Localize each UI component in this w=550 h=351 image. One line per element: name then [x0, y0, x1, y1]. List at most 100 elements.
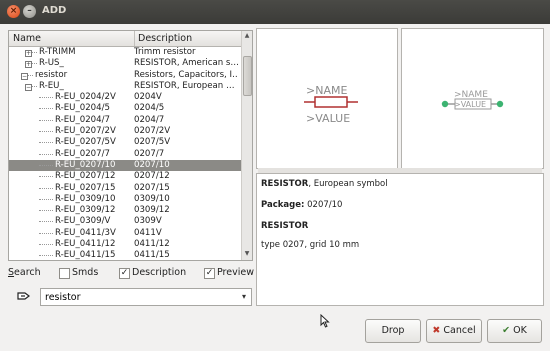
column-header-name[interactable]: Name: [13, 33, 41, 44]
tree-connector: [39, 108, 53, 110]
tree-row[interactable]: R-EU_0207/10 0207/10: [9, 159, 241, 172]
info-heading: RESISTOR: [261, 221, 309, 231]
cancel-button-label: Cancel: [443, 325, 476, 336]
tree-connector: [39, 244, 53, 246]
description-pane: RESISTOR, European symbol Package: 0207/…: [256, 173, 544, 306]
tree-row-description: 0207/10: [134, 159, 170, 170]
tree-connector: [28, 74, 33, 76]
tree-row[interactable]: R-EU_0411/3V 0411V: [9, 228, 241, 239]
tree-row[interactable]: R-EU_0411/12 0411/12: [9, 239, 241, 250]
tree-row[interactable]: R-EU_0207/12 0207/12: [9, 171, 241, 182]
tree-row[interactable]: R-EU_0207/7 0207/7: [9, 149, 241, 160]
search-label: Search: [8, 267, 41, 278]
expand-icon[interactable]: +: [25, 50, 32, 57]
tree-row[interactable]: R-EU_0207/15 0207/15: [9, 183, 241, 194]
list-header: Name Description: [9, 31, 241, 47]
drop-button[interactable]: Drop: [365, 319, 421, 343]
tree-row[interactable]: + R-TRIMM Trimm resistor: [9, 47, 241, 58]
tree-row[interactable]: R-EU_0204/5 0204/5: [9, 103, 241, 114]
tree-connector: [39, 119, 53, 121]
tree-row-description: 0309/12: [134, 205, 170, 216]
tree-row[interactable]: R-EU_0207/2V 0207/2V: [9, 126, 241, 137]
pad-right-icon: [496, 100, 504, 108]
smds-label: Smds: [72, 267, 99, 278]
tree-row-name: R-EU_: [39, 80, 64, 91]
tree-connector: [39, 232, 53, 234]
symbol-preview: >NAME >VALUE: [256, 28, 398, 169]
tree-row-name: resistor: [35, 69, 68, 80]
tree-row-name: R-EU_0411/3V: [55, 227, 116, 238]
tree-connector: [39, 210, 53, 212]
tree-row-name: R-EU_0204/5: [55, 103, 110, 114]
ok-button[interactable]: ✔ OK: [487, 319, 542, 343]
tree-connector: [39, 131, 53, 133]
tree-connector: [39, 164, 53, 166]
symbol-value-label: >VALUE: [306, 112, 350, 125]
tree-row-description: Trimm resistor: [134, 47, 196, 57]
collapse-icon[interactable]: −: [25, 83, 32, 91]
tree-row-description: 0204V: [134, 92, 162, 103]
tree-row-name: R-EU_0309/10: [55, 193, 116, 204]
tree-row[interactable]: + R-US_ RESISTOR, American s…: [9, 58, 241, 69]
search-input[interactable]: [41, 289, 235, 305]
tree-row[interactable]: R-EU_0411/15 0411/15: [9, 250, 241, 261]
tree-connector: [32, 52, 37, 53]
tree-row-name: R-EU_0207/2V: [55, 126, 116, 137]
scroll-up-icon[interactable]: ▲: [242, 31, 252, 41]
tree-row-description: 0411/15: [134, 250, 170, 261]
search-label-text: earch: [14, 267, 41, 278]
symbol-name-label: >NAME: [306, 84, 347, 97]
tree-row-name: R-EU_0411/15: [55, 250, 116, 261]
tree-row[interactable]: R-EU_0309/V 0309V: [9, 216, 241, 227]
tree-row-description: 0207/5V: [134, 137, 171, 148]
tree-row-description: 0207/2V: [134, 126, 171, 137]
tree-connector: [39, 187, 53, 189]
tree-row-description: 0207/7: [134, 148, 165, 159]
tree-row[interactable]: R-EU_0204/7 0204/7: [9, 115, 241, 126]
smds-checkbox[interactable]: [59, 268, 70, 279]
tree-row-name: R-EU_0207/10: [55, 159, 116, 170]
tree-row[interactable]: R-EU_0207/5V 0207/5V: [9, 137, 241, 148]
description-label: Description: [132, 267, 187, 278]
tree-connector: [39, 153, 53, 155]
library-tree[interactable]: Name Description + R-TRIMM Trimm resistor +…: [8, 30, 253, 261]
search-combobox[interactable]: ▾: [40, 288, 252, 306]
tree-row-description: 0411/12: [134, 239, 170, 250]
scroll-down-icon[interactable]: ▼: [242, 249, 252, 259]
minimize-icon[interactable]: –: [23, 5, 36, 18]
scrollbar-thumb[interactable]: [243, 56, 252, 96]
ok-button-label: OK: [513, 325, 527, 336]
pad-left-icon: [441, 100, 449, 108]
tree-row[interactable]: R-EU_0309/12 0309/12: [9, 205, 241, 216]
package-value-label: >VALUE: [454, 100, 486, 109]
tree-connector: [32, 63, 37, 65]
tree-row-description: 0309/10: [134, 193, 170, 204]
info-package-label: Package:: [261, 200, 305, 210]
tree-row-name: R-EU_0207/15: [55, 182, 116, 193]
expand-icon[interactable]: +: [25, 61, 32, 69]
close-icon[interactable]: ×: [7, 5, 20, 18]
collapse-icon[interactable]: −: [21, 72, 28, 80]
tree-row[interactable]: R-EU_0204/2V 0204V: [9, 92, 241, 103]
tree-row[interactable]: R-EU_0309/10 0309/10: [9, 194, 241, 205]
tree-row[interactable]: − resistor Resistors, Capacitors, I…: [9, 70, 241, 81]
tree-row[interactable]: − R-EU_ RESISTOR, European …: [9, 81, 241, 92]
description-checkbox[interactable]: ✓: [119, 268, 130, 279]
package-preview: >NAME >VALUE: [401, 28, 544, 169]
tree-connector: [39, 97, 53, 99]
tree-rows: + R-TRIMM Trimm resistor + R-US_ RESISTOR, Am…: [9, 47, 241, 261]
tree-row-name: R-US_: [39, 58, 64, 69]
vertical-scrollbar[interactable]: ▲ ▼: [241, 31, 252, 260]
window-title: ADD: [42, 5, 67, 16]
column-header-description[interactable]: Description: [138, 33, 192, 44]
ok-check-icon: ✔: [502, 325, 511, 336]
tree-row-name: R-EU_0309/12: [55, 205, 116, 216]
preview-checkbox[interactable]: ✓: [204, 268, 215, 279]
tree-row-name: R-TRIMM: [39, 47, 76, 57]
chevron-down-icon[interactable]: ▾: [238, 290, 250, 304]
tree-row-name: R-EU_0207/5V: [55, 137, 116, 148]
drop-button-label: Drop: [381, 325, 405, 336]
info-package-value: 0207/10: [307, 200, 343, 210]
info-title-bold: RESISTOR: [261, 179, 309, 189]
cancel-button[interactable]: ✖ Cancel: [426, 319, 482, 343]
